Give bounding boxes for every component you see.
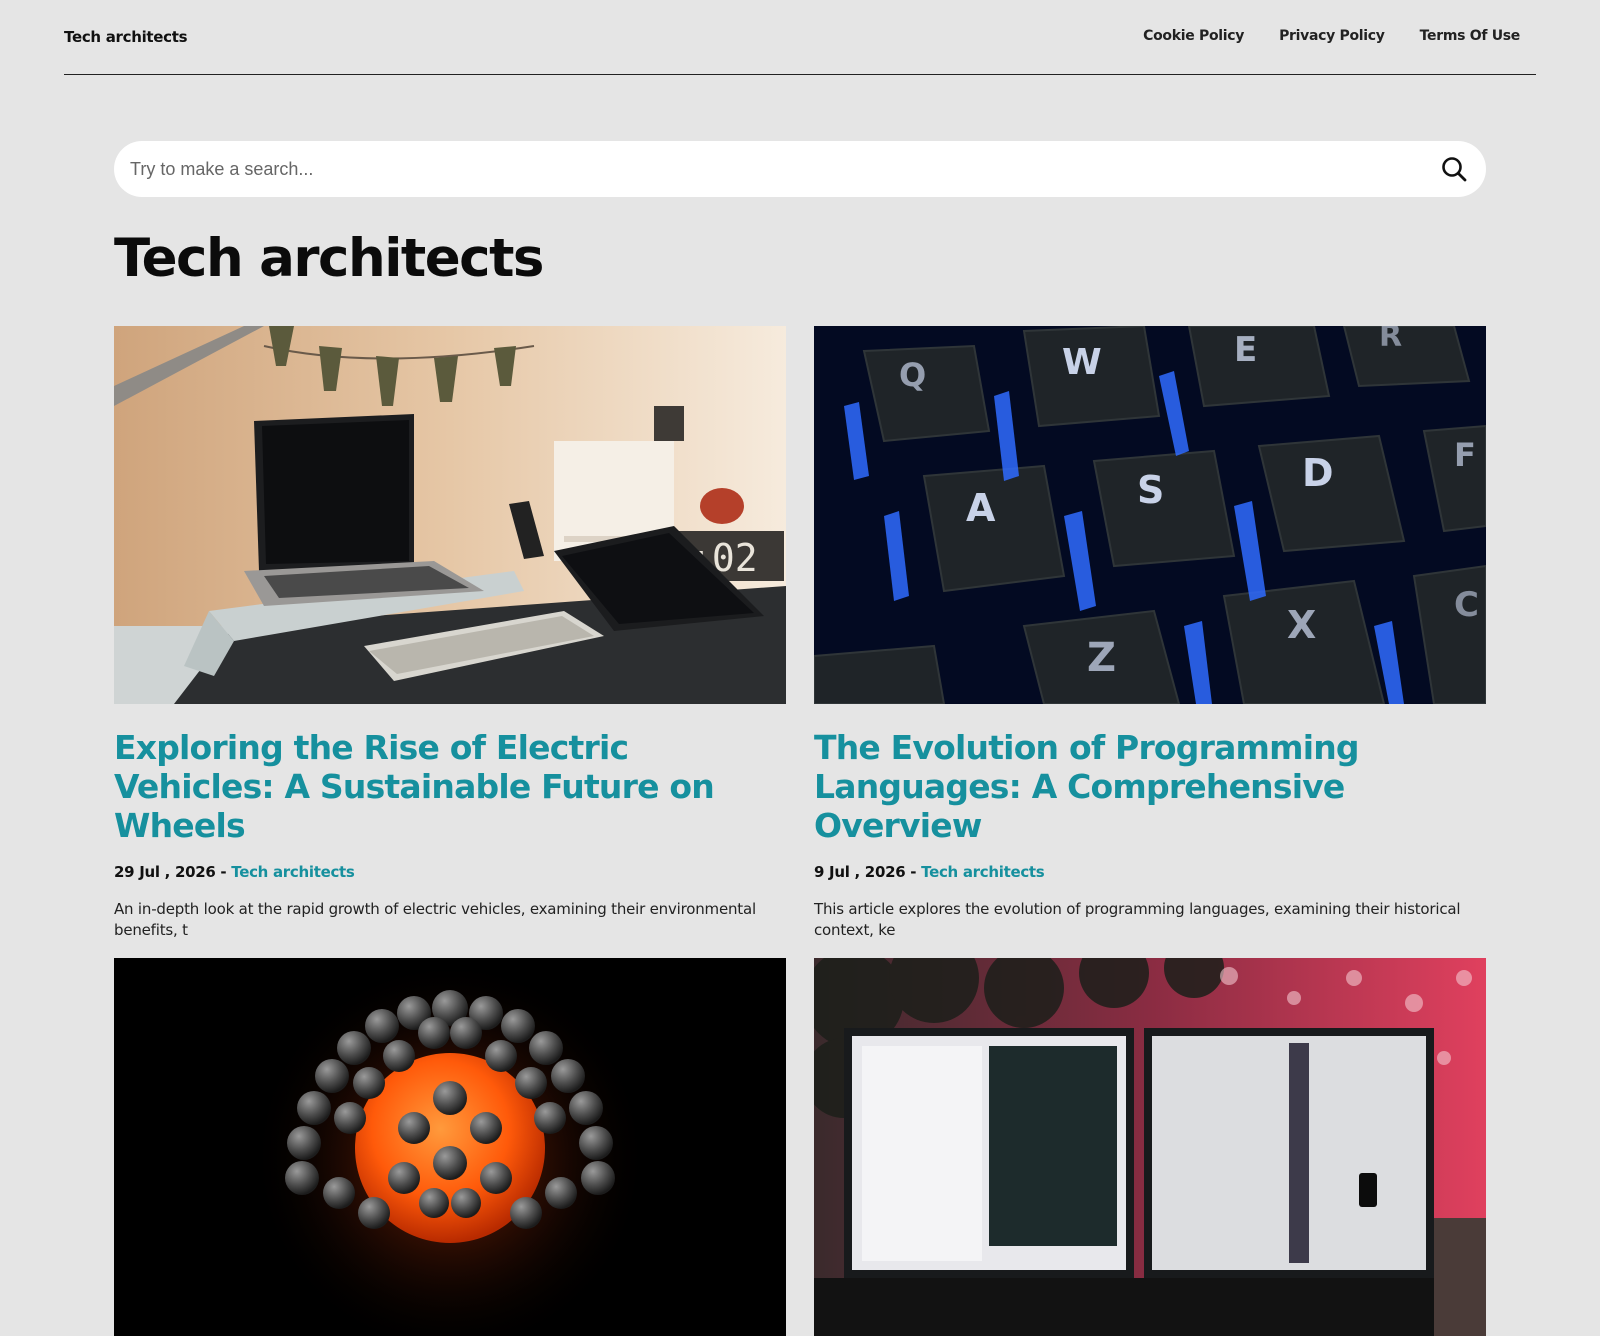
article-card: Q W E R A S D F Z X C The Evolution of P… <box>814 326 1486 941</box>
svg-text:F: F <box>1454 436 1476 474</box>
site-header: Tech architects Cookie Policy Privacy Po… <box>64 0 1536 75</box>
meta-separator: - <box>905 863 922 881</box>
svg-text:R: R <box>1379 326 1402 354</box>
svg-text:S: S <box>1137 468 1164 512</box>
article-category-link[interactable]: Tech architects <box>231 863 355 881</box>
article-thumbnail-dual-monitor-code[interactable] <box>814 958 1486 1336</box>
search-bar <box>114 141 1486 197</box>
header-nav: Cookie Policy Privacy Policy Terms Of Us… <box>1143 28 1520 44</box>
article-title-link[interactable]: Exploring the Rise of Electric Vehicles:… <box>114 728 715 845</box>
article-thumbnail-desk-workspace[interactable]: :02 <box>114 326 786 704</box>
article-meta: 9 Jul , 2026 - Tech architects <box>814 863 1486 881</box>
article-thumbnail-molecule-render[interactable] <box>114 958 786 1336</box>
article-card: :02 Exploring the Rise of Electric Vehic… <box>114 326 786 941</box>
site-logo-link[interactable]: Tech architects <box>64 28 188 46</box>
svg-text:C: C <box>1454 585 1479 625</box>
article-thumbnail-keyboard-keys[interactable]: Q W E R A S D F Z X C <box>814 326 1486 704</box>
article-date: 29 Jul , 2026 <box>114 863 216 881</box>
svg-text:Q: Q <box>899 356 926 394</box>
meta-separator: - <box>215 863 232 881</box>
article-title: Exploring the Rise of Electric Vehicles:… <box>114 728 786 845</box>
nav-cookie-policy[interactable]: Cookie Policy <box>1143 28 1244 44</box>
article-meta: 29 Jul , 2026 - Tech architects <box>114 863 786 881</box>
nav-terms-of-use[interactable]: Terms Of Use <box>1420 28 1521 44</box>
nav-privacy-policy[interactable]: Privacy Policy <box>1279 28 1385 44</box>
article-card <box>114 958 786 1336</box>
search-input[interactable] <box>130 141 1410 197</box>
svg-text:Z: Z <box>1087 635 1116 681</box>
svg-text:X: X <box>1287 603 1316 647</box>
article-title: The Evolution of Programming Languages: … <box>814 728 1486 845</box>
page-title: Tech architects <box>114 228 544 289</box>
article-category-link[interactable]: Tech architects <box>921 863 1045 881</box>
article-date: 9 Jul , 2026 <box>814 863 906 881</box>
article-title-link[interactable]: The Evolution of Programming Languages: … <box>814 728 1360 845</box>
search-icon[interactable] <box>1440 155 1468 183</box>
article-excerpt: This article explores the evolution of p… <box>814 900 1461 939</box>
svg-text:W: W <box>1062 342 1102 383</box>
article-excerpt: An in-depth look at the rapid growth of … <box>114 900 756 939</box>
svg-text:A: A <box>966 486 996 530</box>
svg-text:D: D <box>1302 451 1334 495</box>
svg-text:E: E <box>1234 330 1257 370</box>
article-card <box>814 958 1486 1336</box>
